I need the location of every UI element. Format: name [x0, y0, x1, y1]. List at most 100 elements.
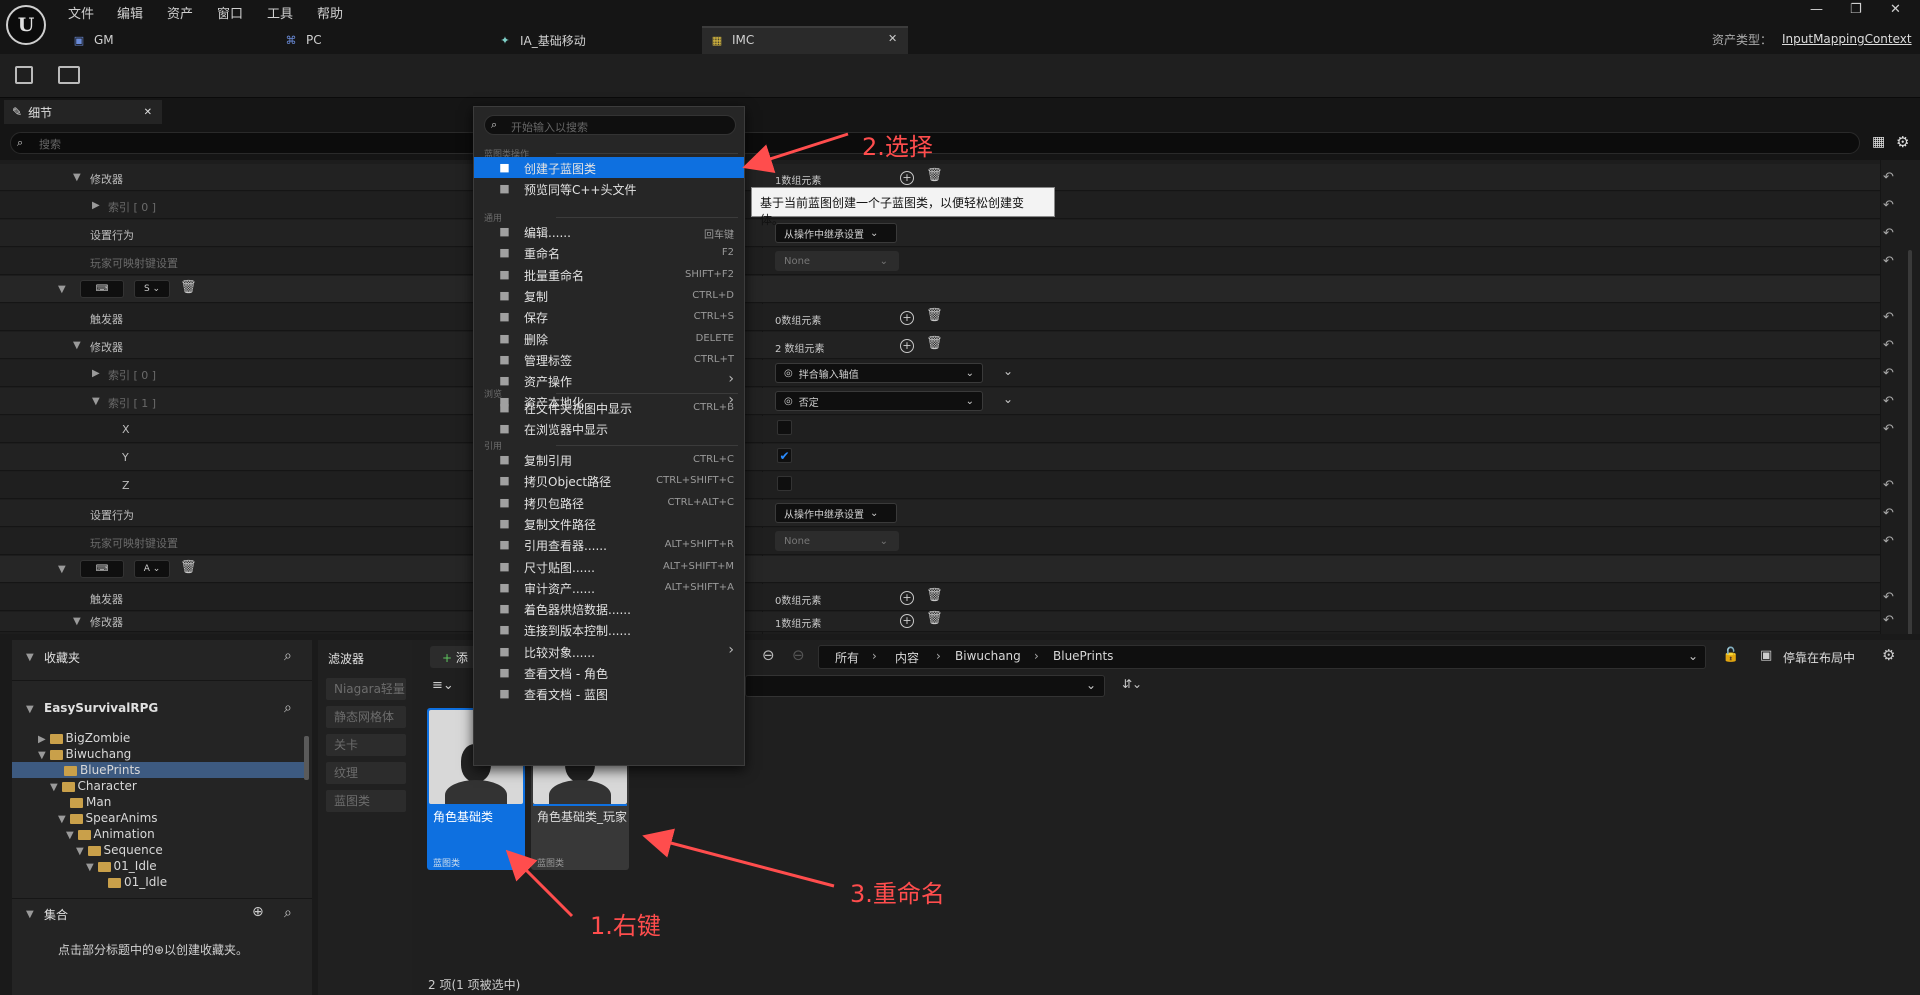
tree-item[interactable]: ▶ BigZombie	[38, 730, 130, 746]
asset-search-input[interactable]: ⌄	[745, 675, 1105, 697]
chevron-down-icon[interactable]: ⌄	[1688, 649, 1698, 663]
context-search-input[interactable]: ⌕ 开始输入以搜索	[484, 115, 736, 135]
trash-icon[interactable]: 🗑	[926, 336, 943, 351]
reset-icon[interactable]: ↶	[1883, 254, 1894, 269]
add-element-icon[interactable]: +	[900, 311, 914, 325]
menu-item[interactable]: ■ 删除 DELETE	[474, 328, 744, 349]
key-selector[interactable]: S ⌄	[134, 280, 170, 298]
tree-item[interactable]: ▼ Character	[50, 778, 137, 794]
menu-help[interactable]: 帮助	[317, 3, 343, 22]
filter-icon[interactable]: ≡⌄	[432, 678, 454, 693]
menu-item[interactable]: ■ 管理标签 CTRL+T	[474, 349, 744, 370]
tab-close-icon[interactable]: ✕	[888, 32, 897, 45]
filter-item[interactable]: 蓝图类	[326, 790, 406, 812]
dock-icon[interactable]: ▣	[1760, 648, 1772, 663]
forward-icon[interactable]: ⊖	[792, 646, 805, 664]
menu-item[interactable]: ■ 复制文件路径	[474, 513, 744, 534]
menu-item[interactable]: ■ 着色器烘焙数据......	[474, 598, 744, 619]
tree-item[interactable]: 01_Idle	[108, 874, 167, 890]
add-element-icon[interactable]: +	[900, 171, 914, 185]
menu-item[interactable]: ■ 在浏览器中显示	[474, 418, 744, 439]
tree-item[interactable]: ▼ Sequence	[76, 842, 163, 858]
details-tab[interactable]: ✎ 细节 ✕	[4, 100, 162, 124]
menu-item[interactable]: ■ 连接到版本控制......	[474, 619, 744, 640]
search-icon[interactable]: ⌕	[284, 905, 292, 921]
filter-item[interactable]: 关卡	[326, 734, 406, 756]
reset-icon[interactable]: ↶	[1883, 422, 1894, 437]
reset-icon[interactable]: ↶	[1883, 170, 1894, 185]
tree-item[interactable]: ▼ Biwuchang	[38, 746, 131, 762]
reset-icon[interactable]: ↶	[1883, 590, 1894, 605]
filter-item[interactable]: 静态网格体	[326, 706, 406, 728]
tab-pc[interactable]: ⌘ PC	[284, 26, 322, 54]
menu-item[interactable]: ■ 在文件夹视图中显示 CTRL+B	[474, 397, 744, 418]
behavior-combo[interactable]: 从操作中继承设置 ⌄	[775, 223, 897, 243]
settings-icon[interactable]: ⚙	[1896, 133, 1909, 151]
reset-icon[interactable]: ↶	[1883, 198, 1894, 213]
project-header[interactable]: EasySurvivalRPG	[44, 701, 158, 715]
menu-item[interactable]: ■ 资产操作 ›	[474, 370, 744, 391]
browse-icon[interactable]	[58, 66, 80, 84]
menu-item[interactable]: ■ 查看文档 - 角色	[474, 662, 744, 683]
tab-close-icon[interactable]: ✕	[144, 107, 152, 118]
reset-icon[interactable]: ↶	[1883, 478, 1894, 493]
tree-scrollbar[interactable]	[304, 736, 309, 780]
menu-item[interactable]: ■ 复制 CTRL+D	[474, 285, 744, 306]
x-checkbox[interactable]	[777, 420, 792, 435]
menu-item[interactable]: ■ 重命名 F2	[474, 242, 744, 263]
menu-item[interactable]: ■ 拷贝Object路径 CTRL+SHIFT+C	[474, 470, 744, 491]
tree-item[interactable]: ▼ 01_Idle	[86, 858, 157, 874]
modifier-combo[interactable]: ◎ 否定 ⌄	[775, 391, 983, 411]
keyboard-icon[interactable]: ⌨	[80, 280, 124, 298]
menu-file[interactable]: 文件	[68, 3, 94, 22]
menu-item[interactable]: ■ 创建子蓝图类	[474, 157, 744, 178]
reset-icon[interactable]: ↶	[1883, 226, 1894, 241]
reset-icon[interactable]: ↶	[1883, 534, 1894, 549]
details-search-input[interactable]: ⌕ 搜索	[10, 132, 1860, 154]
close-window-icon[interactable]: ✕	[1890, 2, 1901, 17]
breadcrumb-item[interactable]: 所有	[835, 649, 859, 666]
reset-icon[interactable]: ↶	[1883, 338, 1894, 353]
tree-item[interactable]: ▼ SpearAnims	[58, 810, 158, 826]
menu-item[interactable]: ■ 保存 CTRL+S	[474, 306, 744, 327]
chevron-down-icon[interactable]: ⌄	[1003, 392, 1013, 406]
menu-item[interactable]: ■ 引用查看器...... ALT+SHIFT+R	[474, 534, 744, 555]
menu-item[interactable]: ■ 预览同等C++头文件	[474, 178, 744, 199]
menu-tools[interactable]: 工具	[267, 3, 293, 22]
tab-gm[interactable]: ▣ GM	[72, 26, 114, 54]
tab-imc[interactable]: ▦ IMC	[710, 26, 754, 54]
reset-icon[interactable]: ↶	[1883, 310, 1894, 325]
filter-item[interactable]: 纹理	[326, 762, 406, 784]
table-view-icon[interactable]: ▦	[1872, 134, 1885, 150]
reset-icon[interactable]: ↶	[1883, 394, 1894, 409]
reset-icon[interactable]: ↶	[1883, 366, 1894, 381]
add-element-icon[interactable]: +	[900, 339, 914, 353]
asset-type-link[interactable]: InputMappingContext	[1782, 32, 1912, 46]
menu-item[interactable]: ■ 编辑...... 回车键	[474, 221, 744, 242]
add-collection-icon[interactable]: ⊕	[252, 904, 264, 920]
trash-icon[interactable]: 🗑	[926, 611, 943, 626]
search-icon[interactable]: ⌕	[284, 648, 292, 664]
save-icon[interactable]	[15, 66, 33, 84]
tree-item[interactable]: ▼ Animation	[66, 826, 155, 842]
breadcrumb-item[interactable]: BluePrints	[1053, 649, 1113, 663]
settings-icon[interactable]: ⚙	[1882, 646, 1895, 664]
trash-icon[interactable]: 🗑	[926, 588, 943, 603]
z-checkbox[interactable]	[777, 476, 792, 491]
breadcrumb-item[interactable]: Biwuchang	[955, 649, 1021, 663]
trash-icon[interactable]: 🗑	[926, 308, 943, 323]
restore-icon[interactable]: ❐	[1850, 2, 1862, 17]
key-selector[interactable]: A ⌄	[134, 560, 170, 578]
sort-icon[interactable]: ⇵⌄	[1122, 677, 1142, 691]
menu-item[interactable]: ■ 查看文档 - 蓝图	[474, 683, 744, 704]
menu-item[interactable]: ■ 审计资产...... ALT+SHIFT+A	[474, 577, 744, 598]
search-icon[interactable]: ⌕	[284, 700, 292, 716]
menu-item[interactable]: ■ 比较对象...... ›	[474, 641, 744, 662]
menu-edit[interactable]: 编辑	[117, 3, 143, 22]
menu-item[interactable]: ■ 尺寸贴图...... ALT+SHIFT+M	[474, 556, 744, 577]
collections-header[interactable]: 集合	[44, 906, 68, 923]
tree-item[interactable]: Man	[70, 794, 111, 810]
breadcrumb-item[interactable]: 内容	[895, 649, 919, 666]
menu-item[interactable]: ■ 拷贝包路径 CTRL+ALT+C	[474, 492, 744, 513]
menu-asset[interactable]: 资产	[167, 3, 193, 22]
